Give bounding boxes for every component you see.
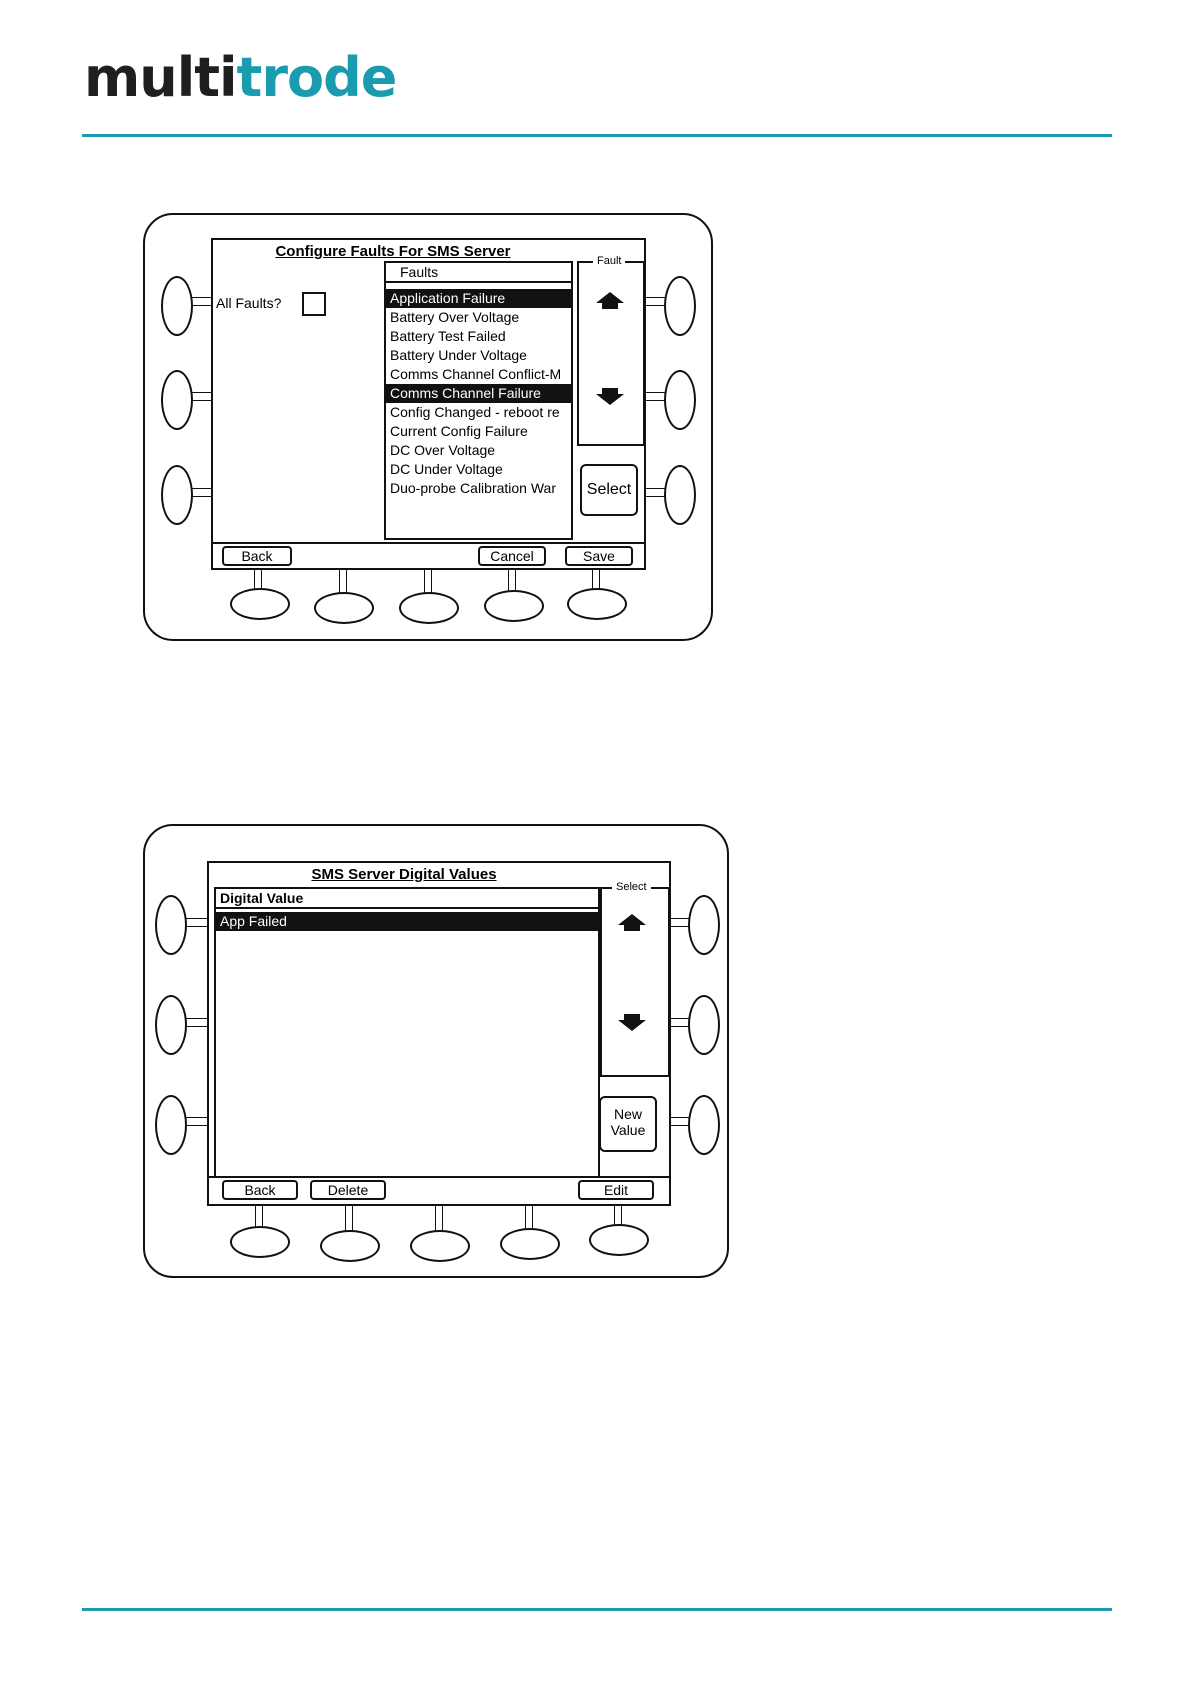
back-button[interactable]: Back xyxy=(222,1180,298,1200)
scroll-up-arrow-icon[interactable] xyxy=(618,914,646,931)
side-button-left-2[interactable] xyxy=(161,370,193,430)
select-button[interactable]: Select xyxy=(580,464,638,516)
all-faults-label: All Faults? xyxy=(216,295,282,311)
faults-list[interactable]: Faults Application Failure Battery Over V… xyxy=(384,261,573,540)
list-item[interactable]: Battery Under Voltage xyxy=(386,346,571,365)
edit-button[interactable]: Edit xyxy=(578,1180,654,1200)
digital-value-list-rows: App Failed xyxy=(216,909,598,931)
side-button-right-1[interactable] xyxy=(664,276,696,336)
list-item[interactable]: Battery Test Failed xyxy=(386,327,571,346)
side-button-left-3[interactable] xyxy=(155,1095,187,1155)
delete-button[interactable]: Delete xyxy=(310,1180,386,1200)
bottom-button-3[interactable] xyxy=(399,592,459,624)
bottom-button-stem xyxy=(525,1202,533,1230)
back-button[interactable]: Back xyxy=(222,546,292,566)
bottom-button-4[interactable] xyxy=(500,1228,560,1260)
softkey-divider xyxy=(207,1176,671,1178)
footer-rule xyxy=(82,1608,1112,1611)
bottom-button-stem xyxy=(508,568,516,592)
fault-scroll-panel xyxy=(577,261,645,446)
faults-list-rows: Application Failure Battery Over Voltage B… xyxy=(386,283,571,498)
bottom-button-stem xyxy=(435,1202,443,1232)
multitrode-logo: multitrode xyxy=(84,46,398,109)
digital-value-list-header: Digital Value xyxy=(216,889,598,909)
new-value-button[interactable]: New Value xyxy=(599,1096,657,1152)
side-button-right-2[interactable] xyxy=(688,995,720,1055)
list-item[interactable]: DC Under Voltage xyxy=(386,460,571,479)
header-rule xyxy=(82,134,1112,137)
bottom-button-2[interactable] xyxy=(320,1230,380,1262)
bottom-button-1[interactable] xyxy=(230,588,290,620)
scroll-panel-label: Select xyxy=(612,881,651,893)
list-item[interactable]: App Failed xyxy=(216,912,598,931)
side-button-right-3[interactable] xyxy=(664,465,696,525)
bottom-button-stem xyxy=(424,568,432,594)
bottom-button-stem xyxy=(592,568,600,590)
bottom-button-3[interactable] xyxy=(410,1230,470,1262)
bottom-button-1[interactable] xyxy=(230,1226,290,1258)
bottom-button-5[interactable] xyxy=(567,588,627,620)
side-button-right-2[interactable] xyxy=(664,370,696,430)
scroll-up-arrow-icon[interactable] xyxy=(596,292,624,309)
logo-text-teal: trode xyxy=(236,46,398,109)
bottom-button-5[interactable] xyxy=(589,1224,649,1256)
save-button[interactable]: Save xyxy=(565,546,633,566)
list-item[interactable]: Duo-probe Calibration War xyxy=(386,479,571,498)
digital-value-list[interactable]: Digital Value App Failed xyxy=(214,887,600,1178)
side-button-right-1[interactable] xyxy=(688,895,720,955)
scroll-panel-label: Fault xyxy=(593,255,626,267)
scroll-down-arrow-icon[interactable] xyxy=(618,1014,646,1031)
bottom-button-2[interactable] xyxy=(314,592,374,624)
list-item[interactable]: Comms Channel Failure xyxy=(386,384,571,403)
list-item[interactable]: Current Config Failure xyxy=(386,422,571,441)
cancel-button[interactable]: Cancel xyxy=(478,546,546,566)
list-item[interactable]: Comms Channel Conflict-M xyxy=(386,365,571,384)
side-button-left-2[interactable] xyxy=(155,995,187,1055)
screen-title: SMS Server Digital Values xyxy=(311,866,497,883)
faults-list-header: Faults xyxy=(386,263,571,283)
bottom-button-4[interactable] xyxy=(484,590,544,622)
scroll-down-arrow-icon[interactable] xyxy=(596,388,624,405)
softkey-divider xyxy=(211,542,644,544)
list-item[interactable]: Config Changed - reboot re xyxy=(386,403,571,422)
new-value-label-line2: Value xyxy=(610,1122,646,1138)
all-faults-checkbox[interactable] xyxy=(302,292,326,316)
side-button-left-1[interactable] xyxy=(161,276,193,336)
list-item[interactable]: Battery Over Voltage xyxy=(386,308,571,327)
logo-text-dark: multi xyxy=(84,46,238,109)
new-value-label-line1: New xyxy=(613,1106,642,1122)
list-item[interactable]: Application Failure xyxy=(386,289,571,308)
bottom-button-stem xyxy=(339,568,347,594)
list-item[interactable]: DC Over Voltage xyxy=(386,441,571,460)
screen-title: Configure Faults For SMS Server xyxy=(275,243,511,260)
side-button-left-1[interactable] xyxy=(155,895,187,955)
side-button-right-3[interactable] xyxy=(688,1095,720,1155)
bottom-button-stem xyxy=(345,1202,353,1232)
side-button-left-3[interactable] xyxy=(161,465,193,525)
